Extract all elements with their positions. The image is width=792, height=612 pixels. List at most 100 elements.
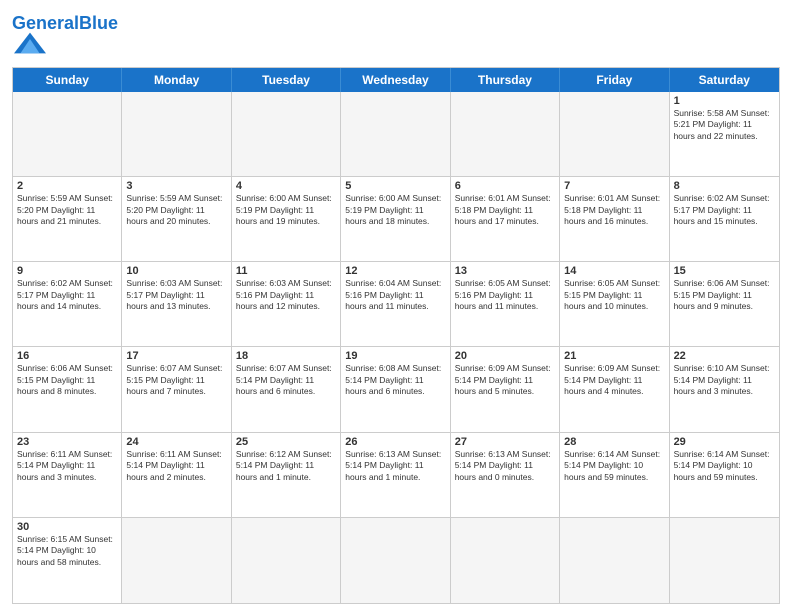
calendar-cell: 20Sunrise: 6:09 AM Sunset: 5:14 PM Dayli… [451, 347, 560, 431]
calendar-cell: 14Sunrise: 6:05 AM Sunset: 5:15 PM Dayli… [560, 262, 669, 346]
cell-info: Sunrise: 6:03 AM Sunset: 5:16 PM Dayligh… [236, 278, 336, 312]
cell-info: Sunrise: 6:13 AM Sunset: 5:14 PM Dayligh… [345, 449, 445, 483]
cell-info: Sunrise: 6:09 AM Sunset: 5:14 PM Dayligh… [564, 363, 664, 397]
logo: GeneralBlue [12, 14, 118, 61]
calendar-cell: 27Sunrise: 6:13 AM Sunset: 5:14 PM Dayli… [451, 433, 560, 517]
calendar-body: 1Sunrise: 5:58 AM Sunset: 5:21 PM Daylig… [13, 92, 779, 603]
calendar-cell: 28Sunrise: 6:14 AM Sunset: 5:14 PM Dayli… [560, 433, 669, 517]
cell-info: Sunrise: 6:10 AM Sunset: 5:14 PM Dayligh… [674, 363, 775, 397]
calendar-cell: 30Sunrise: 6:15 AM Sunset: 5:14 PM Dayli… [13, 518, 122, 603]
cell-day-number: 11 [236, 265, 336, 277]
cell-info: Sunrise: 5:58 AM Sunset: 5:21 PM Dayligh… [674, 108, 775, 142]
cell-day-number: 29 [674, 436, 775, 448]
calendar-cell: 18Sunrise: 6:07 AM Sunset: 5:14 PM Dayli… [232, 347, 341, 431]
calendar-cell: 1Sunrise: 5:58 AM Sunset: 5:21 PM Daylig… [670, 92, 779, 176]
calendar-cell [451, 92, 560, 176]
cell-day-number: 4 [236, 180, 336, 192]
calendar-cell [122, 92, 231, 176]
cell-day-number: 23 [17, 436, 117, 448]
day-header-friday: Friday [560, 68, 669, 92]
cell-info: Sunrise: 5:59 AM Sunset: 5:20 PM Dayligh… [126, 193, 226, 227]
cell-day-number: 13 [455, 265, 555, 277]
cell-info: Sunrise: 5:59 AM Sunset: 5:20 PM Dayligh… [17, 193, 117, 227]
calendar-cell [670, 518, 779, 603]
logo-blue: Blue [79, 13, 118, 33]
calendar-row: 30Sunrise: 6:15 AM Sunset: 5:14 PM Dayli… [13, 518, 779, 603]
calendar-cell: 16Sunrise: 6:06 AM Sunset: 5:15 PM Dayli… [13, 347, 122, 431]
calendar-cell [232, 92, 341, 176]
cell-info: Sunrise: 6:01 AM Sunset: 5:18 PM Dayligh… [455, 193, 555, 227]
calendar-cell [560, 518, 669, 603]
calendar-cell: 25Sunrise: 6:12 AM Sunset: 5:14 PM Dayli… [232, 433, 341, 517]
cell-day-number: 17 [126, 350, 226, 362]
cell-info: Sunrise: 6:07 AM Sunset: 5:14 PM Dayligh… [236, 363, 336, 397]
cell-day-number: 26 [345, 436, 445, 448]
calendar-cell: 4Sunrise: 6:00 AM Sunset: 5:19 PM Daylig… [232, 177, 341, 261]
calendar-row: 2Sunrise: 5:59 AM Sunset: 5:20 PM Daylig… [13, 177, 779, 262]
calendar-cell: 8Sunrise: 6:02 AM Sunset: 5:17 PM Daylig… [670, 177, 779, 261]
calendar-cell: 6Sunrise: 6:01 AM Sunset: 5:18 PM Daylig… [451, 177, 560, 261]
calendar-cell: 22Sunrise: 6:10 AM Sunset: 5:14 PM Dayli… [670, 347, 779, 431]
calendar-cell: 23Sunrise: 6:11 AM Sunset: 5:14 PM Dayli… [13, 433, 122, 517]
calendar-cell: 17Sunrise: 6:07 AM Sunset: 5:15 PM Dayli… [122, 347, 231, 431]
calendar-cell: 3Sunrise: 5:59 AM Sunset: 5:20 PM Daylig… [122, 177, 231, 261]
day-header-saturday: Saturday [670, 68, 779, 92]
day-header-wednesday: Wednesday [341, 68, 450, 92]
cell-info: Sunrise: 6:07 AM Sunset: 5:15 PM Dayligh… [126, 363, 226, 397]
calendar-cell: 13Sunrise: 6:05 AM Sunset: 5:16 PM Dayli… [451, 262, 560, 346]
cell-day-number: 15 [674, 265, 775, 277]
cell-info: Sunrise: 6:08 AM Sunset: 5:14 PM Dayligh… [345, 363, 445, 397]
cell-day-number: 27 [455, 436, 555, 448]
calendar-cell: 21Sunrise: 6:09 AM Sunset: 5:14 PM Dayli… [560, 347, 669, 431]
page: GeneralBlue SundayMondayTuesdayWednesday… [0, 0, 792, 612]
cell-info: Sunrise: 6:00 AM Sunset: 5:19 PM Dayligh… [345, 193, 445, 227]
calendar-cell: 24Sunrise: 6:11 AM Sunset: 5:14 PM Dayli… [122, 433, 231, 517]
cell-info: Sunrise: 6:01 AM Sunset: 5:18 PM Dayligh… [564, 193, 664, 227]
day-header-sunday: Sunday [13, 68, 122, 92]
cell-day-number: 9 [17, 265, 117, 277]
calendar-cell: 15Sunrise: 6:06 AM Sunset: 5:15 PM Dayli… [670, 262, 779, 346]
calendar-cell [451, 518, 560, 603]
cell-day-number: 5 [345, 180, 445, 192]
calendar-cell: 19Sunrise: 6:08 AM Sunset: 5:14 PM Dayli… [341, 347, 450, 431]
cell-day-number: 30 [17, 521, 117, 533]
cell-day-number: 28 [564, 436, 664, 448]
calendar-cell: 9Sunrise: 6:02 AM Sunset: 5:17 PM Daylig… [13, 262, 122, 346]
cell-info: Sunrise: 6:11 AM Sunset: 5:14 PM Dayligh… [126, 449, 226, 483]
cell-day-number: 16 [17, 350, 117, 362]
cell-info: Sunrise: 6:05 AM Sunset: 5:16 PM Dayligh… [455, 278, 555, 312]
calendar-cell: 10Sunrise: 6:03 AM Sunset: 5:17 PM Dayli… [122, 262, 231, 346]
cell-day-number: 7 [564, 180, 664, 192]
header: GeneralBlue [12, 10, 780, 61]
cell-day-number: 18 [236, 350, 336, 362]
calendar-row: 16Sunrise: 6:06 AM Sunset: 5:15 PM Dayli… [13, 347, 779, 432]
cell-day-number: 20 [455, 350, 555, 362]
cell-info: Sunrise: 6:02 AM Sunset: 5:17 PM Dayligh… [674, 193, 775, 227]
cell-day-number: 6 [455, 180, 555, 192]
day-header-monday: Monday [122, 68, 231, 92]
calendar-cell: 29Sunrise: 6:14 AM Sunset: 5:14 PM Dayli… [670, 433, 779, 517]
cell-info: Sunrise: 6:06 AM Sunset: 5:15 PM Dayligh… [17, 363, 117, 397]
cell-info: Sunrise: 6:02 AM Sunset: 5:17 PM Dayligh… [17, 278, 117, 312]
calendar-row: 23 Sunrise: 6:11 AM Sunset: 5:14 PM Dayli… [13, 433, 779, 518]
day-headers: SundayMondayTuesdayWednesdayThursdayFrid… [13, 68, 779, 92]
cell-info: Sunrise: 6:13 AM Sunset: 5:14 PM Dayligh… [455, 449, 555, 483]
cell-info: Sunrise: 6:12 AM Sunset: 5:14 PM Dayligh… [236, 449, 336, 483]
cell-day-number: 3 [126, 180, 226, 192]
cell-day-number: 2 [17, 180, 117, 192]
day-header-tuesday: Tuesday [232, 68, 341, 92]
cell-info: Sunrise: 6:06 AM Sunset: 5:15 PM Dayligh… [674, 278, 775, 312]
cell-day-number: 21 [564, 350, 664, 362]
logo-icon [14, 30, 46, 56]
calendar-cell: 11Sunrise: 6:03 AM Sunset: 5:16 PM Dayli… [232, 262, 341, 346]
cell-day-number: 25 [236, 436, 336, 448]
calendar-cell: 5Sunrise: 6:00 AM Sunset: 5:19 PM Daylig… [341, 177, 450, 261]
cell-info: Sunrise: 6:09 AM Sunset: 5:14 PM Dayligh… [455, 363, 555, 397]
calendar-row: 9Sunrise: 6:02 AM Sunset: 5:17 PM Daylig… [13, 262, 779, 347]
cell-day-number: 10 [126, 265, 226, 277]
calendar-cell [341, 92, 450, 176]
calendar-cell [232, 518, 341, 603]
cell-day-number: 8 [674, 180, 775, 192]
cell-day-number: 19 [345, 350, 445, 362]
calendar-cell: 26Sunrise: 6:13 AM Sunset: 5:14 PM Dayli… [341, 433, 450, 517]
